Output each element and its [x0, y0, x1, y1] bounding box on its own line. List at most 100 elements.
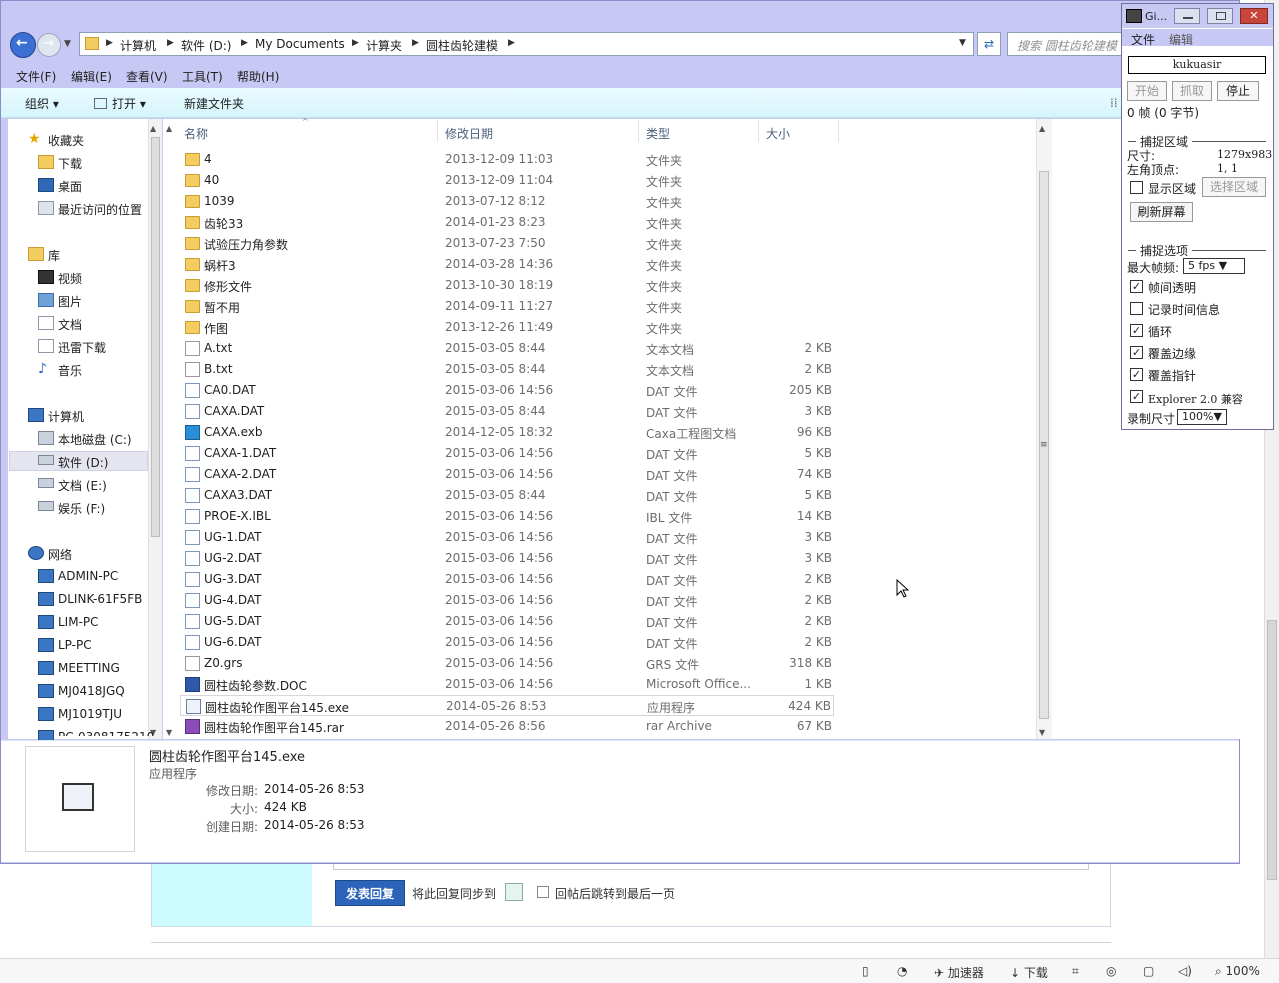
nav-network-host[interactable]: LP-PC	[58, 638, 92, 652]
rec-size-select[interactable]: 100%▼	[1177, 409, 1227, 425]
menu-help[interactable]: 帮助(H)	[237, 68, 279, 85]
start-button[interactable]: 开始	[1127, 81, 1167, 101]
option-checkbox[interactable]: ✓	[1130, 346, 1143, 359]
column-divider[interactable]	[638, 120, 639, 142]
history-icon[interactable]: ◔	[897, 964, 907, 978]
menu-tools[interactable]: 工具(T)	[182, 68, 223, 85]
scroll-up-arrow[interactable]: ▲	[1039, 124, 1045, 133]
ie-icon[interactable]: ◎	[1106, 964, 1116, 978]
file-row[interactable]: Z0.grs 2015-03-06 14:56 GRS 文件 318 KB	[180, 653, 834, 674]
file-row[interactable]: UG-3.DAT 2015-03-06 14:56 DAT 文件 2 KB	[180, 569, 834, 590]
nav-computer[interactable]: 计算机	[48, 408, 84, 425]
nav-thunder-download[interactable]: 迅雷下载	[58, 339, 106, 356]
column-divider[interactable]	[437, 120, 438, 142]
breadcrumb-separator[interactable]: ▶	[167, 38, 174, 48]
file-list-scrollbar[interactable]	[1036, 119, 1052, 739]
menu-edit[interactable]: 编辑(E)	[71, 68, 112, 85]
column-date[interactable]: 修改日期	[445, 125, 493, 142]
nav-favorites[interactable]: 收藏夹	[48, 132, 84, 149]
nav-pictures[interactable]: 图片	[58, 293, 82, 310]
option-checkbox[interactable]: ✓	[1130, 390, 1143, 403]
file-row[interactable]: CAXA.exb 2014-12-05 18:32 Caxa工程图文档 96 KB	[180, 422, 834, 443]
explorer-titlebar[interactable]	[1, 1, 1239, 29]
volume-icon[interactable]: ◁)	[1178, 964, 1192, 978]
breadcrumb-separator[interactable]: ▶	[352, 38, 359, 48]
file-row[interactable]: 4 2013-12-09 11:03 文件夹	[180, 149, 834, 170]
file-row[interactable]: UG-4.DAT 2015-03-06 14:56 DAT 文件 2 KB	[180, 590, 834, 611]
address-history-dropdown[interactable]: ▼	[959, 38, 966, 48]
breadcrumb-folder[interactable]: 计算夹	[366, 37, 402, 54]
breadcrumb-separator[interactable]: ▶	[508, 38, 515, 48]
list-scroll-left-arrow[interactable]: ▲	[166, 124, 172, 133]
capture-button[interactable]: 抓取	[1172, 81, 1212, 101]
jump-last-page-checkbox[interactable]	[537, 886, 549, 898]
recorder-menu-file[interactable]: 文件	[1131, 31, 1155, 48]
view-options-icon[interactable]: ⁞⁞	[1110, 96, 1118, 110]
nav-drive-e[interactable]: 文档 (E:)	[58, 477, 107, 494]
breadcrumb-drive-d[interactable]: 软件 (D:)	[181, 37, 231, 54]
file-row[interactable]: CAXA-2.DAT 2015-03-06 14:56 DAT 文件 74 KB	[180, 464, 834, 485]
nav-recent-places[interactable]: 最近访问的位置	[58, 201, 142, 218]
nav-network-host[interactable]: ADMIN-PC	[58, 569, 118, 583]
file-row[interactable]: UG-6.DAT 2015-03-06 14:56 DAT 文件 2 KB	[180, 632, 834, 653]
file-row[interactable]: UG-5.DAT 2015-03-06 14:56 DAT 文件 2 KB	[180, 611, 834, 632]
nav-desktop[interactable]: 桌面	[58, 178, 82, 195]
scroll-down-arrow[interactable]: ▼	[1039, 728, 1045, 737]
nav-network-host[interactable]: MJ0418JGQ	[58, 684, 125, 698]
nav-music[interactable]: 音乐	[58, 362, 82, 379]
nav-drive-c[interactable]: 本地磁盘 (C:)	[58, 431, 132, 448]
breadcrumb-current[interactable]: 圆柱齿轮建模	[426, 37, 498, 54]
show-region-checkbox[interactable]	[1130, 181, 1143, 194]
option-checkbox[interactable]	[1130, 302, 1143, 315]
window-icon[interactable]: ▢	[1143, 964, 1154, 978]
file-row[interactable]: 作图 2013-12-26 11:49 文件夹	[180, 317, 834, 338]
phone-icon[interactable]: ▯	[862, 964, 869, 978]
file-row[interactable]: UG-2.DAT 2015-03-06 14:56 DAT 文件 3 KB	[180, 548, 834, 569]
address-bar[interactable]: ▶ 计算机 ▶ 软件 (D:) ▶ My Documents ▶ 计算夹 ▶ 圆…	[79, 32, 974, 56]
breadcrumb-computer[interactable]: 计算机	[120, 37, 156, 54]
file-row[interactable]: 40 2013-12-09 11:04 文件夹	[180, 170, 834, 191]
organize-button[interactable]: 组织 ▾	[25, 95, 59, 112]
select-region-button[interactable]: 选择区域	[1202, 177, 1266, 197]
breadcrumb-separator[interactable]: ▶	[412, 38, 419, 48]
file-row[interactable]: 齿轮33 2014-01-23 8:23 文件夹	[180, 212, 834, 233]
recorder-menu-edit[interactable]: 编辑	[1169, 31, 1193, 48]
list-scroll-down-arrow[interactable]: ▼	[166, 728, 172, 737]
nav-drive-f[interactable]: 娱乐 (F:)	[58, 500, 105, 517]
file-row[interactable]: 圆柱齿轮作图平台145.exe 2014-05-26 8:53 应用程序 424 KB	[180, 695, 834, 716]
scroll-grip-icon[interactable]: ≡	[1040, 440, 1048, 450]
close-button[interactable]: ✕	[1240, 8, 1268, 24]
nav-drive-d[interactable]: 软件 (D:)	[58, 454, 108, 471]
zoom-control[interactable]: ⌕ 100%	[1215, 964, 1260, 979]
option-checkbox[interactable]: ✓	[1130, 324, 1143, 337]
nav-downloads[interactable]: 下载	[58, 155, 82, 172]
file-row[interactable]: CAXA3.DAT 2015-03-05 8:44 DAT 文件 5 KB	[180, 485, 834, 506]
file-row[interactable]: CAXA-1.DAT 2015-03-06 14:56 DAT 文件 5 KB	[180, 443, 834, 464]
column-type[interactable]: 类型	[646, 125, 670, 142]
column-divider[interactable]	[838, 120, 839, 142]
nav-library[interactable]: 库	[48, 247, 60, 264]
nav-network-host[interactable]: LIM-PC	[58, 615, 99, 629]
navigation-scrollbar[interactable]	[148, 119, 162, 739]
file-row[interactable]: A.txt 2015-03-05 8:44 文本文档 2 KB	[180, 338, 834, 359]
file-row[interactable]: B.txt 2015-03-05 8:44 文本文档 2 KB	[180, 359, 834, 380]
file-row[interactable]: CAXA.DAT 2015-03-05 8:44 DAT 文件 3 KB	[180, 401, 834, 422]
forward-button[interactable]: →	[37, 33, 61, 57]
file-row[interactable]: CA0.DAT 2015-03-06 14:56 DAT 文件 205 KB	[180, 380, 834, 401]
file-row[interactable]: PROE-X.IBL 2015-03-06 14:56 IBL 文件 14 KB	[180, 506, 834, 527]
file-row[interactable]: 暂不用 2014-09-11 11:27 文件夹	[180, 296, 834, 317]
accelerator-button[interactable]: ✈ 加速器	[934, 964, 984, 981]
screenshot-icon[interactable]: ⌗	[1072, 964, 1079, 979]
option-checkbox[interactable]: ✓	[1130, 368, 1143, 381]
nav-network-host[interactable]: MJ1019TJU	[58, 707, 122, 721]
max-fps-select[interactable]: 5 fps ▼	[1183, 258, 1245, 274]
breadcrumb-my-documents[interactable]: My Documents	[255, 37, 345, 51]
menu-view[interactable]: 查看(V)	[126, 68, 168, 85]
maximize-button[interactable]	[1207, 8, 1233, 24]
nav-videos[interactable]: 视频	[58, 270, 82, 287]
file-row[interactable]: UG-1.DAT 2015-03-06 14:56 DAT 文件 3 KB	[180, 527, 834, 548]
nav-network-host[interactable]: MEETTING	[58, 661, 120, 675]
breadcrumb-separator[interactable]: ▶	[241, 38, 248, 48]
column-name[interactable]: 名称	[184, 125, 208, 142]
column-divider[interactable]	[758, 120, 759, 142]
